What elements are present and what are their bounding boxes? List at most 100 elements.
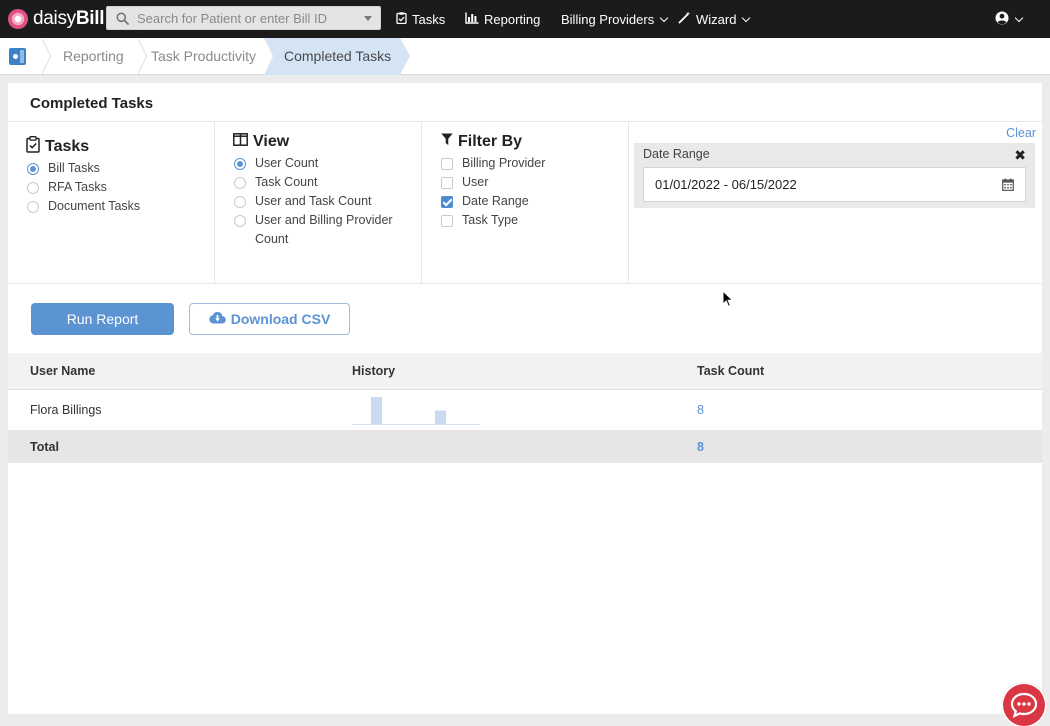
- cloud-download-icon: [209, 311, 226, 327]
- column-header-task-count[interactable]: Task Count: [697, 353, 764, 389]
- nav-billing-providers[interactable]: Billing Providers: [561, 0, 669, 38]
- tasks-heading: Tasks: [26, 136, 89, 158]
- magic-wand-icon: [678, 11, 691, 27]
- breadcrumb-separator: [137, 38, 147, 75]
- filter-heading: Filter By: [441, 133, 522, 151]
- radio-rfa-tasks[interactable]: RFA Tasks: [27, 178, 107, 197]
- option-label: User: [462, 175, 489, 189]
- logo-text-prefix: daisy: [33, 8, 76, 29]
- radio-button[interactable]: [234, 158, 246, 170]
- date-range-field[interactable]: [643, 167, 1026, 202]
- download-csv-button[interactable]: Download CSV: [189, 303, 350, 335]
- radio-user-and-billing-provider-count[interactable]: User and Billing Provider Count: [234, 211, 404, 249]
- search-input[interactable]: [137, 10, 357, 26]
- nav-wizard-label: Wizard: [696, 11, 737, 27]
- radio-user-count[interactable]: User Count: [234, 154, 318, 173]
- column-header-user-name[interactable]: User Name: [30, 353, 95, 389]
- option-label: Document Tasks: [48, 199, 141, 213]
- patient-search-box[interactable]: [106, 6, 381, 30]
- sidebar-toggle-icon[interactable]: [9, 48, 26, 65]
- breadcrumb: Reporting Task Productivity Completed Ta…: [0, 38, 1050, 75]
- checkbox[interactable]: [441, 196, 453, 208]
- date-range-input[interactable]: [655, 177, 955, 192]
- nav-reporting[interactable]: Reporting: [465, 0, 540, 38]
- table-total-row: Total 8: [8, 431, 1042, 463]
- tasks-heading-label: Tasks: [45, 138, 90, 155]
- run-report-button[interactable]: Run Report: [31, 303, 174, 335]
- report-options: Tasks Bill Tasks RFA Tasks Document Task…: [8, 122, 1042, 284]
- radio-button[interactable]: [234, 196, 246, 208]
- columns-icon: [233, 133, 248, 151]
- radio-user-and-task-count[interactable]: User and Task Count: [234, 192, 372, 211]
- checkbox-billing-provider[interactable]: Billing Provider: [441, 154, 545, 173]
- nav-wizard[interactable]: Wizard: [678, 0, 751, 38]
- table-header: User Name History Task Count: [8, 353, 1042, 390]
- option-label: Task Type: [462, 213, 519, 227]
- radio-button[interactable]: [27, 182, 39, 194]
- date-range-label: Date Range: [643, 147, 710, 161]
- view-heading-label: View: [253, 133, 290, 150]
- checkbox-user[interactable]: User: [441, 173, 488, 192]
- radio-button[interactable]: [27, 201, 39, 213]
- radio-bill-tasks[interactable]: Bill Tasks: [27, 159, 100, 178]
- calendar-icon[interactable]: [1002, 178, 1014, 196]
- chevron-down-icon: [1014, 13, 1024, 22]
- download-csv-label: Download CSV: [230, 311, 331, 327]
- tasks-panel: Tasks Bill Tasks RFA Tasks Document Task…: [8, 122, 215, 284]
- close-icon[interactable]: ✖: [1014, 147, 1026, 164]
- logo-text-suffix: Bill: [75, 8, 105, 29]
- nav-tasks-label: Tasks: [412, 11, 446, 27]
- chevron-down-icon: [742, 13, 751, 22]
- clipboard-check-icon: [396, 11, 407, 27]
- user-name-cell: Flora Billings: [30, 403, 102, 417]
- daisy-flower-icon: [8, 9, 28, 29]
- filter-heading-label: Filter By: [458, 133, 523, 150]
- view-panel: View User Count Task Count User and Task…: [215, 122, 422, 284]
- option-label: User and Billing Provider Count: [255, 213, 393, 246]
- column-header-history[interactable]: History: [352, 353, 395, 389]
- radio-button[interactable]: [234, 215, 246, 227]
- filter-funnel-icon: [441, 133, 453, 151]
- chevron-down-icon: [659, 13, 669, 22]
- radio-button[interactable]: [234, 177, 246, 189]
- date-range-filter: Date Range ✖: [634, 143, 1035, 208]
- option-label: User Count: [255, 156, 319, 170]
- task-count-link[interactable]: 8: [697, 390, 704, 431]
- breadcrumb-separator: [41, 38, 51, 75]
- history-sparkline: [352, 397, 480, 425]
- checkbox-date-range[interactable]: Date Range: [441, 192, 529, 211]
- search-icon: [116, 12, 129, 25]
- nav-billing-providers-label: Billing Providers: [561, 11, 655, 27]
- nav-tasks[interactable]: Tasks: [396, 0, 445, 38]
- history-bar: [435, 410, 446, 424]
- total-task-count-link[interactable]: 8: [697, 431, 704, 463]
- nav-reporting-label: Reporting: [484, 11, 541, 27]
- checkbox[interactable]: [441, 158, 453, 170]
- total-label: Total: [30, 440, 59, 454]
- chat-support-button[interactable]: [1001, 682, 1047, 726]
- daisybill-logo[interactable]: daisyBill: [8, 8, 105, 30]
- breadcrumb-active-label: Completed Tasks: [284, 48, 392, 64]
- option-label: Bill Tasks: [48, 161, 100, 175]
- checkbox[interactable]: [441, 177, 453, 189]
- option-label: RFA Tasks: [48, 180, 107, 194]
- user-menu[interactable]: [995, 0, 1024, 38]
- radio-document-tasks[interactable]: Document Tasks: [27, 197, 140, 216]
- radio-task-count[interactable]: Task Count: [234, 173, 318, 192]
- bar-chart-icon: [465, 12, 479, 27]
- clear-filters-link[interactable]: Clear: [1006, 126, 1036, 140]
- radio-button[interactable]: [27, 163, 39, 175]
- option-label: Billing Provider: [462, 156, 546, 170]
- breadcrumb-completed-tasks: Completed Tasks: [264, 38, 410, 75]
- view-heading: View: [233, 133, 289, 151]
- clipboard-check-icon: [26, 136, 40, 158]
- filter-panel: Filter By Billing Provider User Date Ran…: [422, 122, 629, 284]
- checkbox[interactable]: [441, 215, 453, 227]
- checkbox-task-type[interactable]: Task Type: [441, 211, 518, 230]
- page-title: Completed Tasks: [30, 95, 154, 112]
- search-dropdown-caret-icon[interactable]: [364, 16, 372, 21]
- breadcrumb-reporting[interactable]: Reporting: [63, 38, 124, 75]
- option-label: User and Task Count: [255, 194, 372, 208]
- option-label: Date Range: [462, 194, 529, 208]
- breadcrumb-task-productivity[interactable]: Task Productivity: [151, 38, 256, 75]
